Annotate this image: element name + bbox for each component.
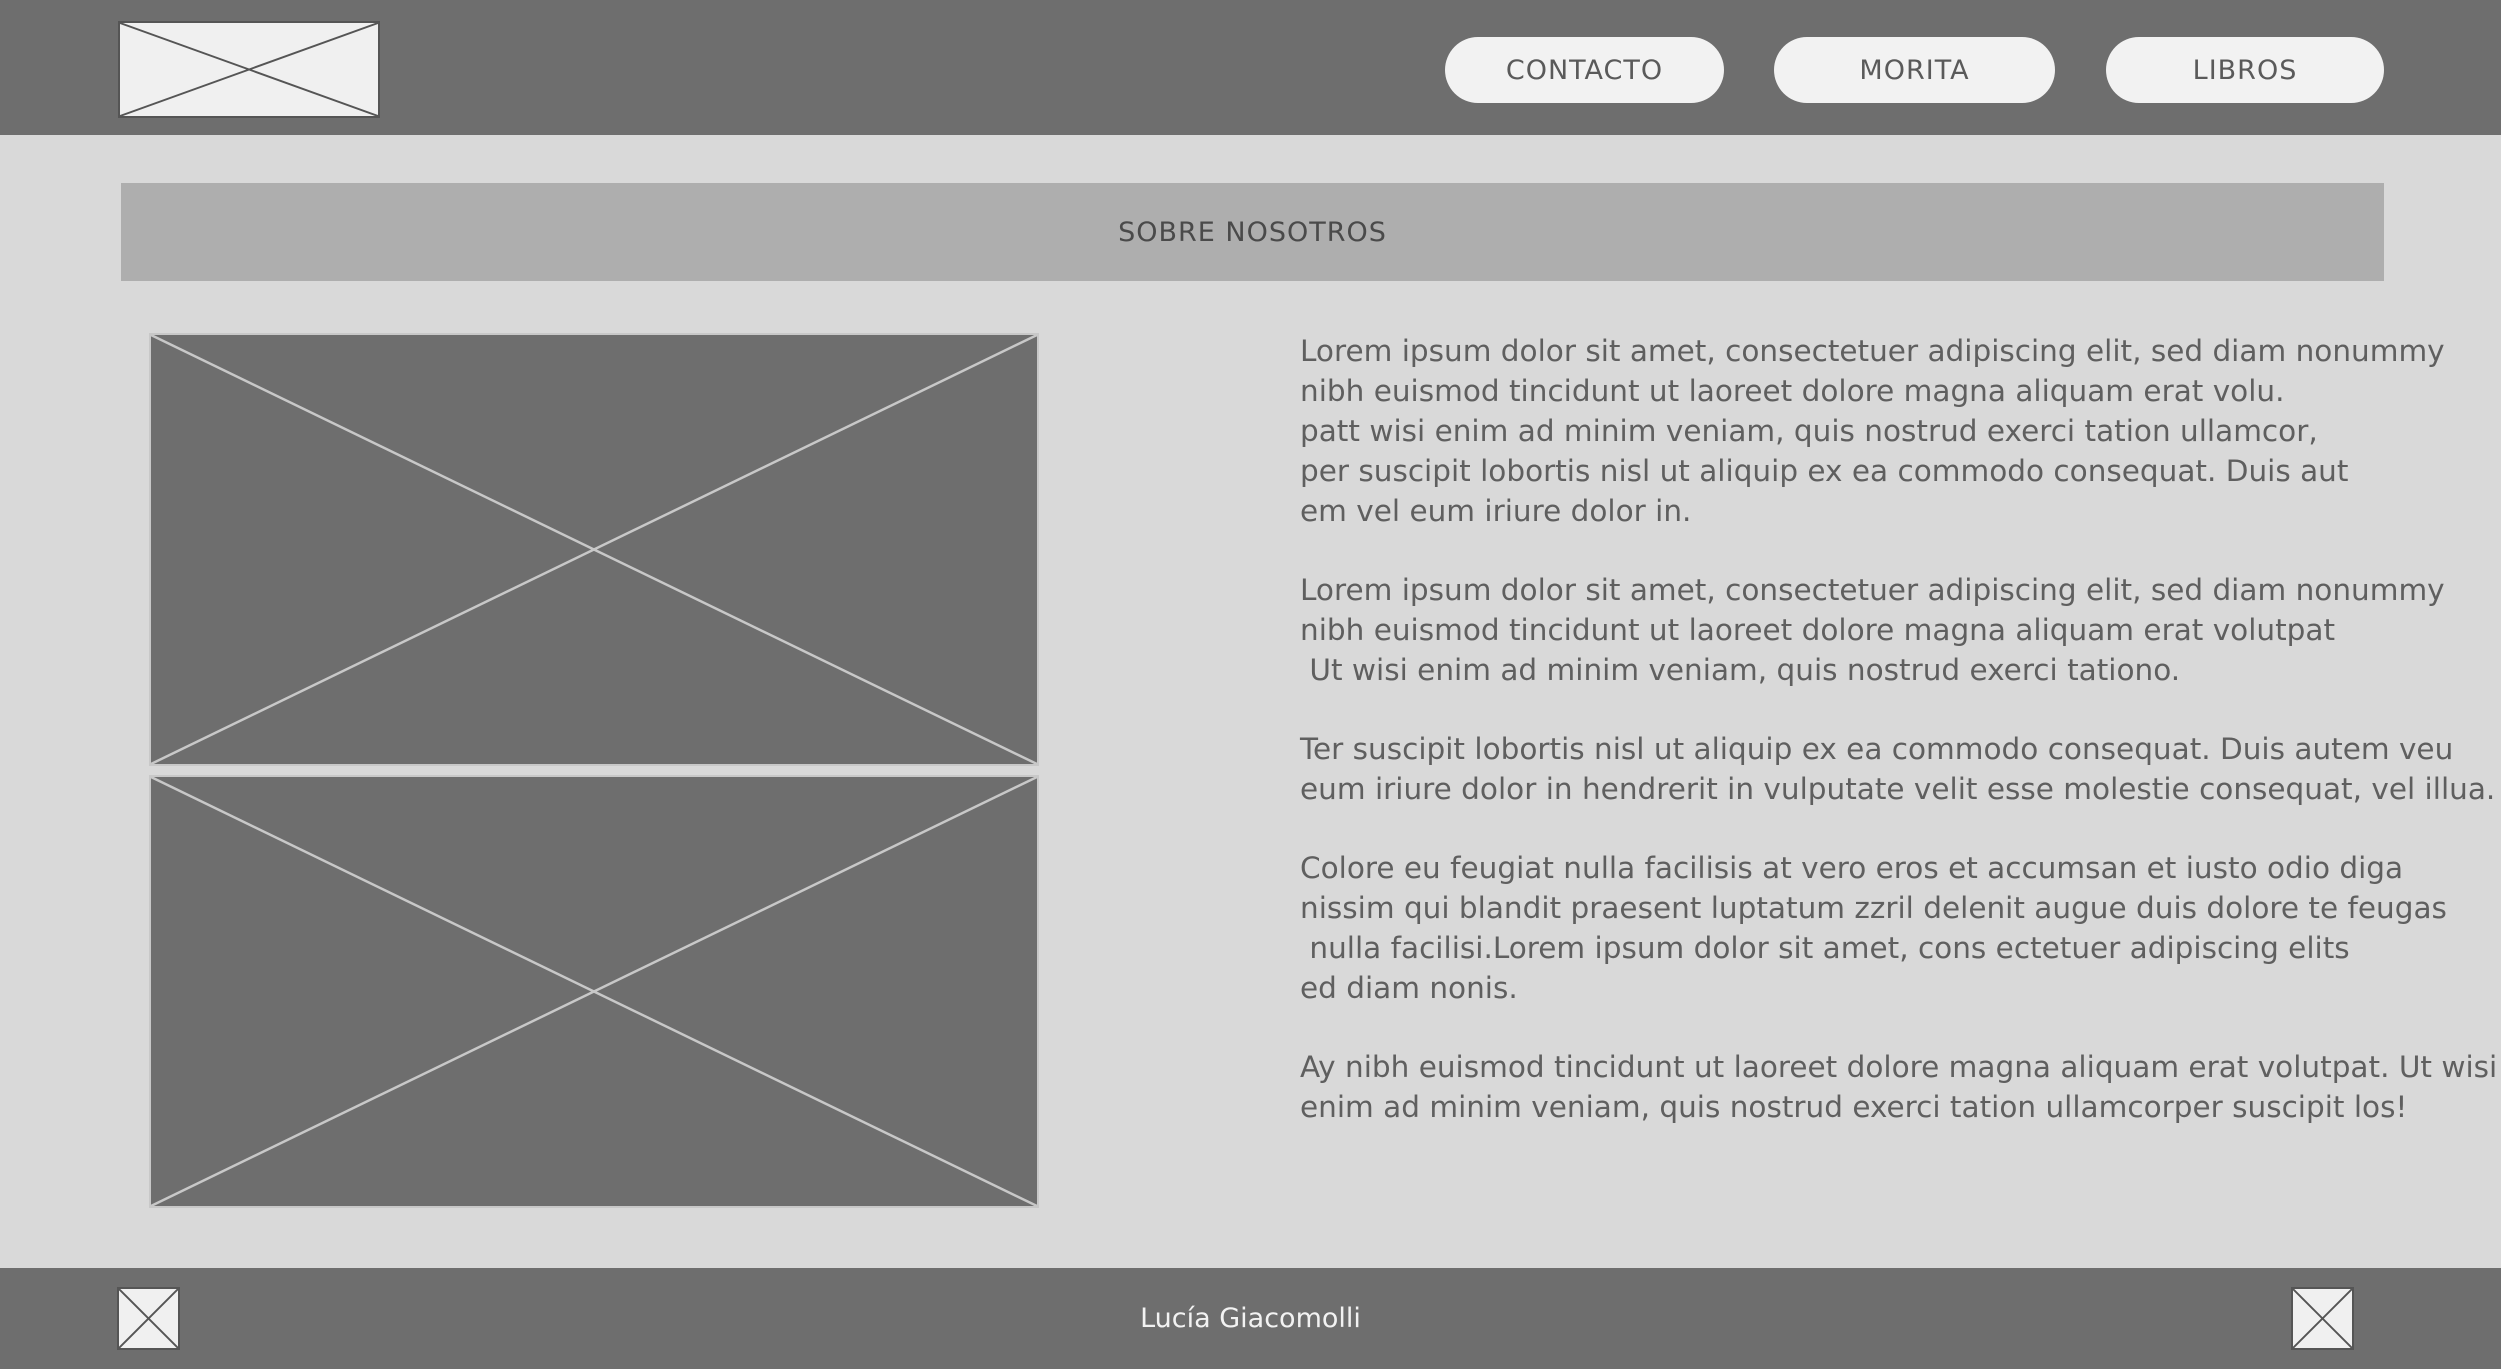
text-line: enim ad minim veniam, quis nostrud exerc… <box>1300 1090 2408 1124</box>
paragraph: Lorem ipsum dolor sit amet, consectetuer… <box>1300 570 2445 690</box>
footer-right-placeholder-icon[interactable] <box>2291 1287 2354 1350</box>
nav-button-libros[interactable]: LIBROS <box>2106 37 2384 103</box>
section-title-band: SOBRE NOSOTROS <box>121 183 2384 281</box>
logo-placeholder-icon[interactable] <box>118 21 380 118</box>
text-line: Lorem ipsum dolor sit amet, consectetuer… <box>1300 573 2445 607</box>
text-line: Ut wisi enim ad minim veniam, quis nostr… <box>1300 653 2181 687</box>
text-line: nibh euismod tincidunt ut laoreet dolore… <box>1300 374 2285 408</box>
page: CONTACTO MORITA LIBROS SOBRE NOSOTROS Lo… <box>0 0 2501 1369</box>
text-line: nissim qui blandit praesent luptatum zzr… <box>1300 891 2447 925</box>
text-line: ed diam nonis. <box>1300 971 1518 1005</box>
text-line: em vel eum iriure dolor in. <box>1300 494 1692 528</box>
paragraph: Lorem ipsum dolor sit amet, consectetuer… <box>1300 331 2445 531</box>
text-line: Ter suscipit lobortis nisl ut aliquip ex… <box>1300 732 2454 766</box>
paragraph: Colore eu feugiat nulla facilisis at ver… <box>1300 848 2447 1008</box>
text-line: eum iriure dolor in hendrerit in vulputa… <box>1300 772 2496 806</box>
header: CONTACTO MORITA LIBROS <box>0 0 2501 135</box>
text-line: nulla facilisi.Lorem ipsum dolor sit ame… <box>1300 931 2350 965</box>
text-line: patt wisi enim ad minim veniam, quis nos… <box>1300 414 2318 448</box>
about-text: Lorem ipsum dolor sit amet, consectetuer… <box>1300 331 2498 1166</box>
text-line: nibh euismod tincidunt ut laoreet dolore… <box>1300 613 2336 647</box>
text-line: per suscipit lobortis nisl ut aliquip ex… <box>1300 454 2349 488</box>
text-line: Ay nibh euismod tincidunt ut laoreet dol… <box>1300 1050 2498 1084</box>
text-line: Colore eu feugiat nulla facilisis at ver… <box>1300 851 2404 885</box>
text-line: Lorem ipsum dolor sit amet, consectetuer… <box>1300 334 2445 368</box>
footer: Lucía Giacomolli <box>0 1268 2501 1369</box>
footer-left-placeholder-icon[interactable] <box>117 1287 180 1350</box>
image-placeholder-icon <box>149 775 1039 1208</box>
nav-button-contacto[interactable]: CONTACTO <box>1445 37 1724 103</box>
paragraph: Ter suscipit lobortis nisl ut aliquip ex… <box>1300 729 2496 809</box>
footer-author-name: Lucía Giacomolli <box>1140 1303 1361 1334</box>
nav-button-morita[interactable]: MORITA <box>1774 37 2055 103</box>
paragraph: Ay nibh euismod tincidunt ut laoreet dol… <box>1300 1047 2498 1127</box>
section-title: SOBRE NOSOTROS <box>1118 216 1387 248</box>
image-placeholder-icon <box>149 333 1039 766</box>
